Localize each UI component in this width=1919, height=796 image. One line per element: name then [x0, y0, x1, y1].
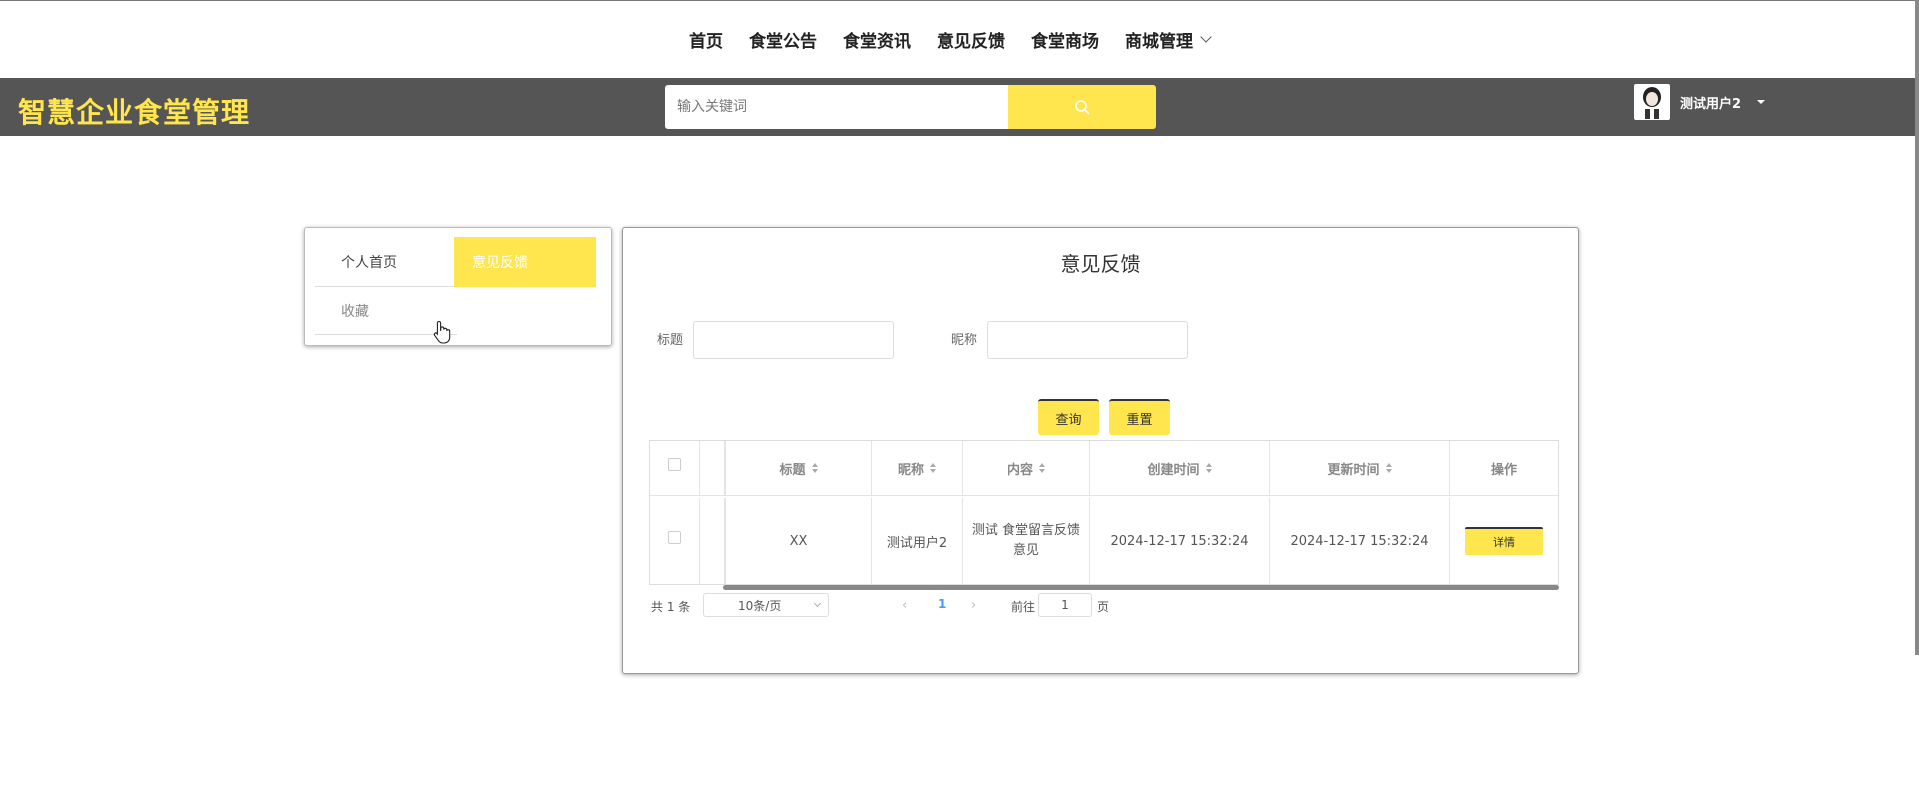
- table-cell-title: XX: [726, 498, 872, 584]
- top-menu: 首页 食堂公告 食堂资讯 意见反馈 食堂商场 商城管理: [676, 27, 1223, 52]
- row-select-cell: [650, 498, 700, 584]
- chevron-down-icon: [813, 599, 822, 608]
- reset-button[interactable]: 重置: [1109, 399, 1170, 435]
- pagination-goto-label: 前往: [1011, 600, 1036, 614]
- sort-icon[interactable]: [1039, 463, 1045, 473]
- next-page-icon[interactable]: ›: [971, 598, 976, 613]
- search-input[interactable]: [665, 85, 1008, 129]
- table-cell-content: 测试 食堂留言反馈意见: [963, 498, 1090, 584]
- select-all-checkbox[interactable]: [668, 457, 681, 471]
- table-cell-nickname: 测试用户2: [872, 498, 963, 584]
- sort-icon[interactable]: [1205, 463, 1212, 473]
- index-column-header: [700, 441, 726, 496]
- sidebar-item-profile[interactable]: 个人首页: [315, 237, 457, 287]
- nav-news[interactable]: 食堂资讯: [830, 27, 924, 52]
- feedback-panel: 意见反馈 标题 昵称 查询 重置 标题 昵称 内容 创建时间 更新时间 操作 X…: [622, 227, 1579, 674]
- column-header-created[interactable]: 创建时间: [1090, 441, 1270, 496]
- detail-button[interactable]: 详情: [1465, 527, 1543, 555]
- row-checkbox[interactable]: [668, 530, 681, 544]
- page-number-current[interactable]: 1: [938, 597, 946, 611]
- column-header-title[interactable]: 标题: [726, 441, 872, 496]
- hand-cursor-icon: [433, 320, 451, 344]
- search-bar: [665, 85, 1156, 129]
- sidebar-card: 个人首页 意见反馈 收藏: [304, 227, 612, 346]
- nickname-filter-label: 昵称: [951, 333, 978, 348]
- sort-icon[interactable]: [811, 463, 818, 473]
- column-header-label: 昵称: [897, 462, 924, 478]
- table-cell-actions: 详情: [1450, 498, 1558, 584]
- page-size-select[interactable]: 10条/页: [703, 593, 829, 617]
- caret-down-icon: [1757, 100, 1766, 104]
- user-menu[interactable]: 测试用户2: [1634, 84, 1766, 120]
- search-button[interactable]: [1008, 85, 1156, 129]
- nav-mall[interactable]: 食堂商场: [1018, 27, 1112, 52]
- column-header-updated[interactable]: 更新时间: [1270, 441, 1450, 496]
- table-cell-updated: 2024-12-17 15:32:24: [1270, 498, 1450, 584]
- table-horizontal-scrollbar[interactable]: [723, 585, 1559, 590]
- sort-icon[interactable]: [1385, 463, 1392, 473]
- top-navigation: 首页 食堂公告 食堂资讯 意见反馈 食堂商场 商城管理: [0, 0, 1919, 78]
- table-cell-created: 2024-12-17 15:32:24: [1090, 498, 1270, 584]
- pagination-goto-input[interactable]: [1038, 593, 1092, 617]
- column-header-nickname[interactable]: 昵称: [872, 441, 963, 496]
- nav-mall-management[interactable]: 商城管理: [1112, 27, 1223, 52]
- sidebar-item-feedback[interactable]: 意见反馈: [454, 237, 596, 287]
- pagination-total: 共 1 条: [651, 600, 691, 614]
- pagination-page-suffix: 页: [1097, 600, 1110, 614]
- column-header-content[interactable]: 内容: [963, 441, 1090, 496]
- query-button[interactable]: 查询: [1038, 399, 1099, 435]
- nav-home[interactable]: 首页: [676, 27, 736, 52]
- page-title: 意见反馈: [1060, 252, 1141, 276]
- row-index-cell: [700, 498, 726, 584]
- page-size-value: 10条/页: [738, 598, 782, 613]
- nav-feedback[interactable]: 意见反馈: [924, 27, 1018, 52]
- user-avatar-icon: [1643, 87, 1661, 119]
- nickname-filter-input[interactable]: [987, 321, 1188, 359]
- column-header-label: 创建时间: [1147, 462, 1200, 478]
- column-header-label: 操作: [1490, 462, 1517, 478]
- user-name: 测试用户2: [1680, 96, 1742, 112]
- column-header-actions: 操作: [1450, 441, 1558, 496]
- search-icon: [1075, 100, 1090, 115]
- page-scrollbar[interactable]: [1915, 0, 1919, 655]
- prev-page-icon[interactable]: ‹: [902, 598, 907, 613]
- header-bar: 智慧企业食堂管理 测试用户2: [0, 78, 1915, 136]
- chevron-down-icon: [1200, 31, 1212, 43]
- select-all-cell: [650, 441, 700, 496]
- column-header-label: 标题: [779, 462, 806, 478]
- nav-mall-management-label: 商城管理: [1125, 32, 1193, 52]
- title-filter-label: 标题: [657, 333, 684, 348]
- column-header-label: 更新时间: [1327, 462, 1380, 478]
- sort-icon[interactable]: [930, 463, 936, 473]
- avatar: [1634, 84, 1670, 120]
- column-header-label: 内容: [1006, 462, 1033, 478]
- nav-announcements[interactable]: 食堂公告: [736, 27, 830, 52]
- feedback-table: 标题 昵称 内容 创建时间 更新时间 操作 XX 测试用户2 测试 食堂留言反馈: [649, 440, 1559, 585]
- brand-title: 智慧企业食堂管理: [18, 96, 251, 129]
- title-filter-input[interactable]: [693, 321, 894, 359]
